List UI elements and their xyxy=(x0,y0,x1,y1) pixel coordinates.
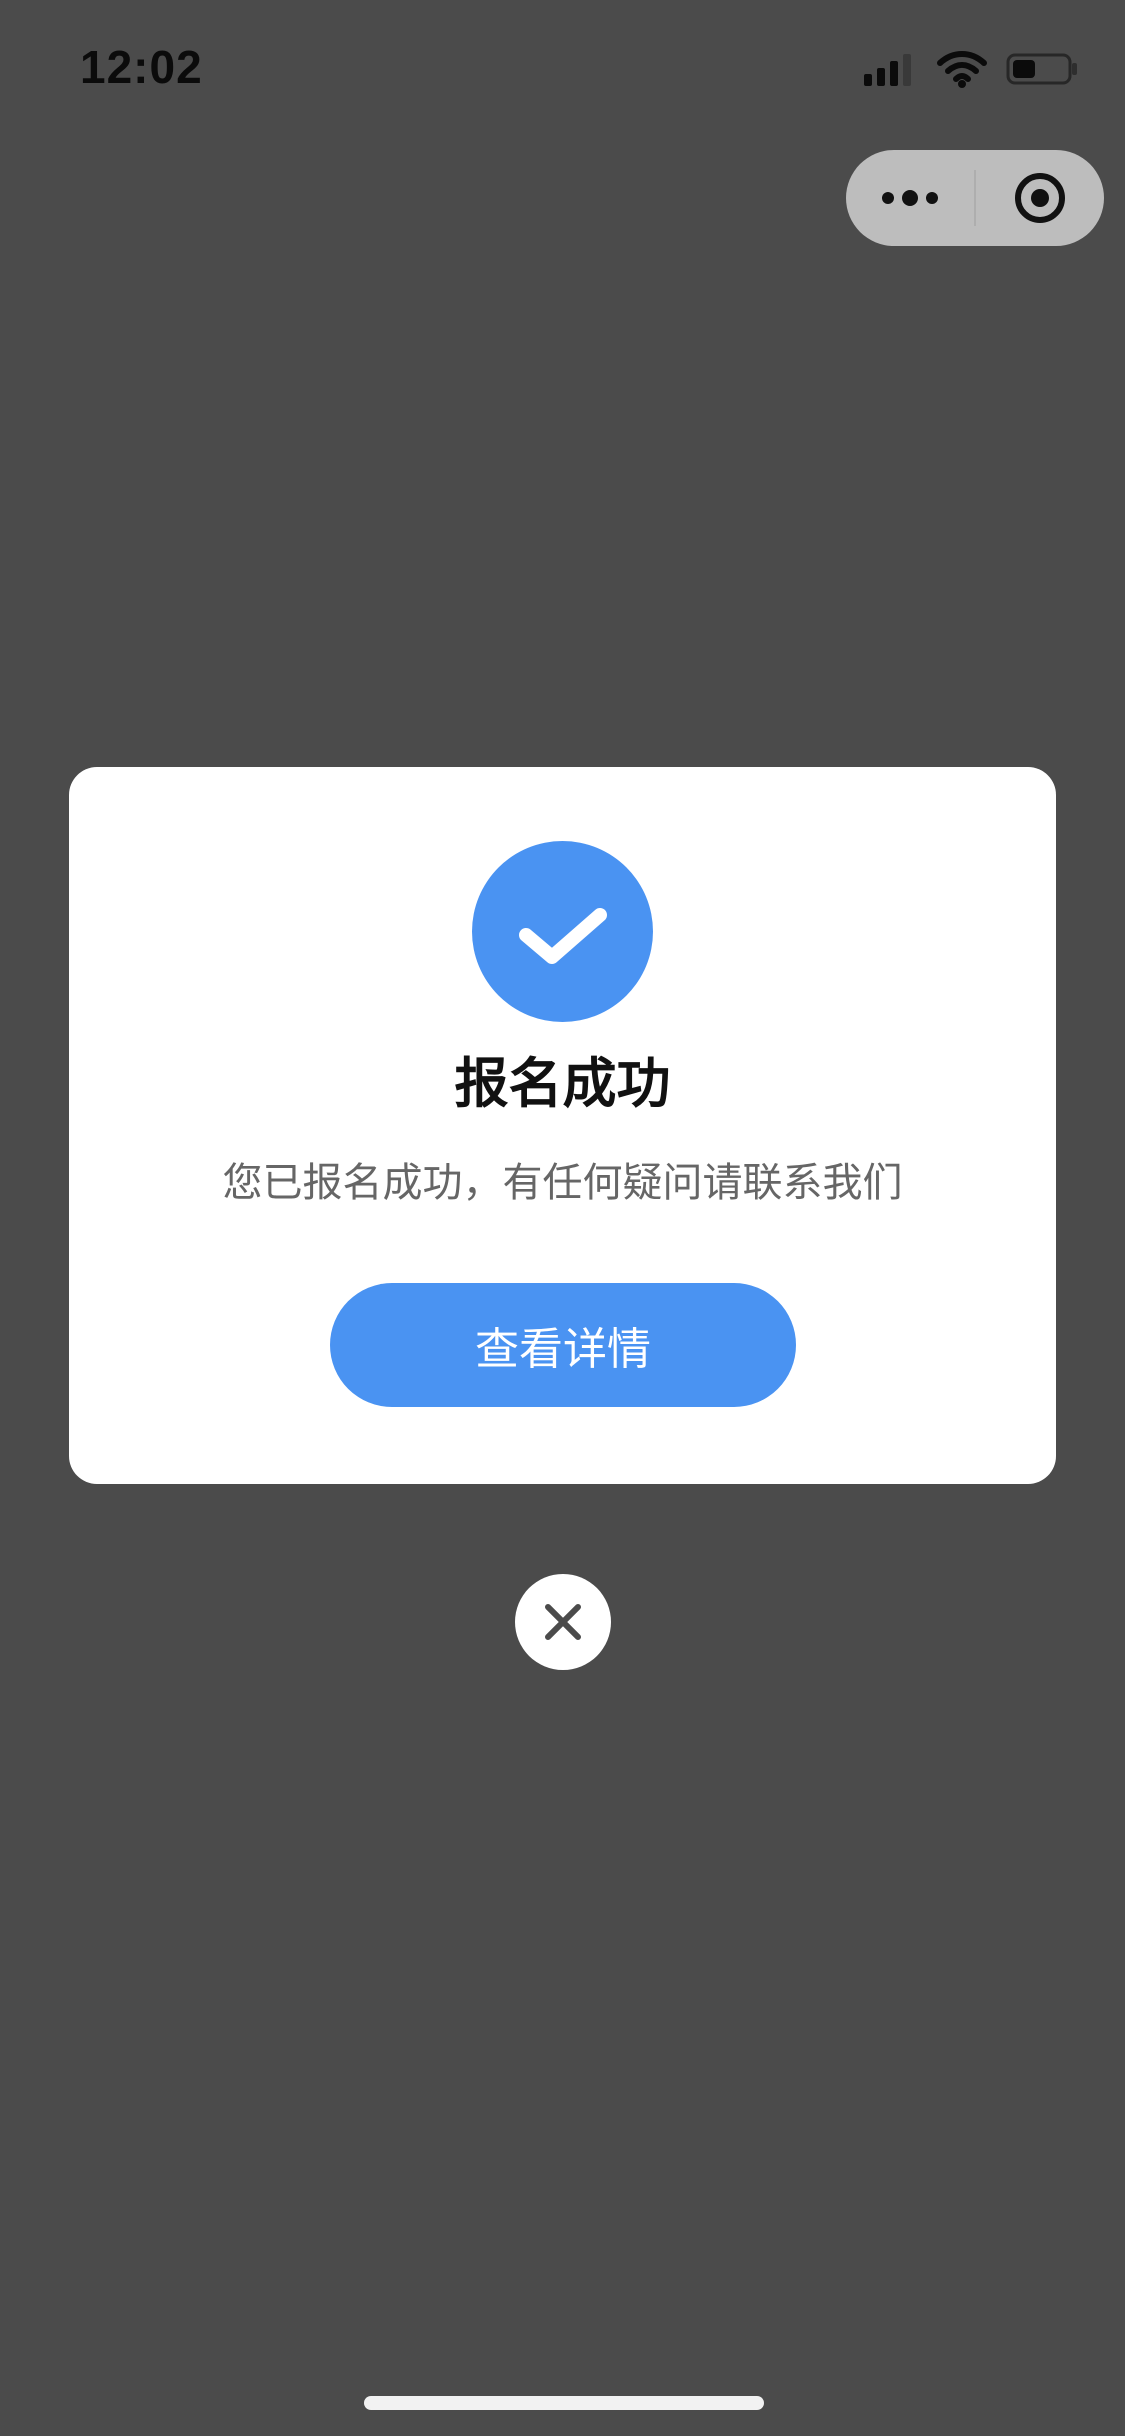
mini-program-capsule xyxy=(846,150,1104,246)
wifi-icon xyxy=(936,50,988,88)
success-dialog: 报名成功 您已报名成功，有任何疑问请联系我们 查看详情 xyxy=(69,767,1056,1484)
more-dots-icon xyxy=(878,187,942,209)
signal-icon xyxy=(864,52,918,86)
check-icon xyxy=(508,877,618,987)
more-button[interactable] xyxy=(846,150,974,246)
close-icon xyxy=(538,1597,588,1647)
dismiss-dialog-button[interactable] xyxy=(515,1574,611,1670)
status-time: 12:02 xyxy=(80,41,203,93)
home-indicator xyxy=(364,2396,764,2410)
success-icon-badge xyxy=(472,841,653,1022)
status-icons xyxy=(864,44,1080,94)
dialog-message: 您已报名成功，有任何疑问请联系我们 xyxy=(222,1160,903,1206)
battery-icon xyxy=(1006,51,1080,87)
dialog-title: 报名成功 xyxy=(454,1052,671,1115)
status-bar: 12:02 xyxy=(0,0,1125,132)
close-miniprogram-button[interactable] xyxy=(976,150,1104,246)
target-icon xyxy=(1012,170,1068,226)
view-details-button[interactable]: 查看详情 xyxy=(330,1283,796,1407)
